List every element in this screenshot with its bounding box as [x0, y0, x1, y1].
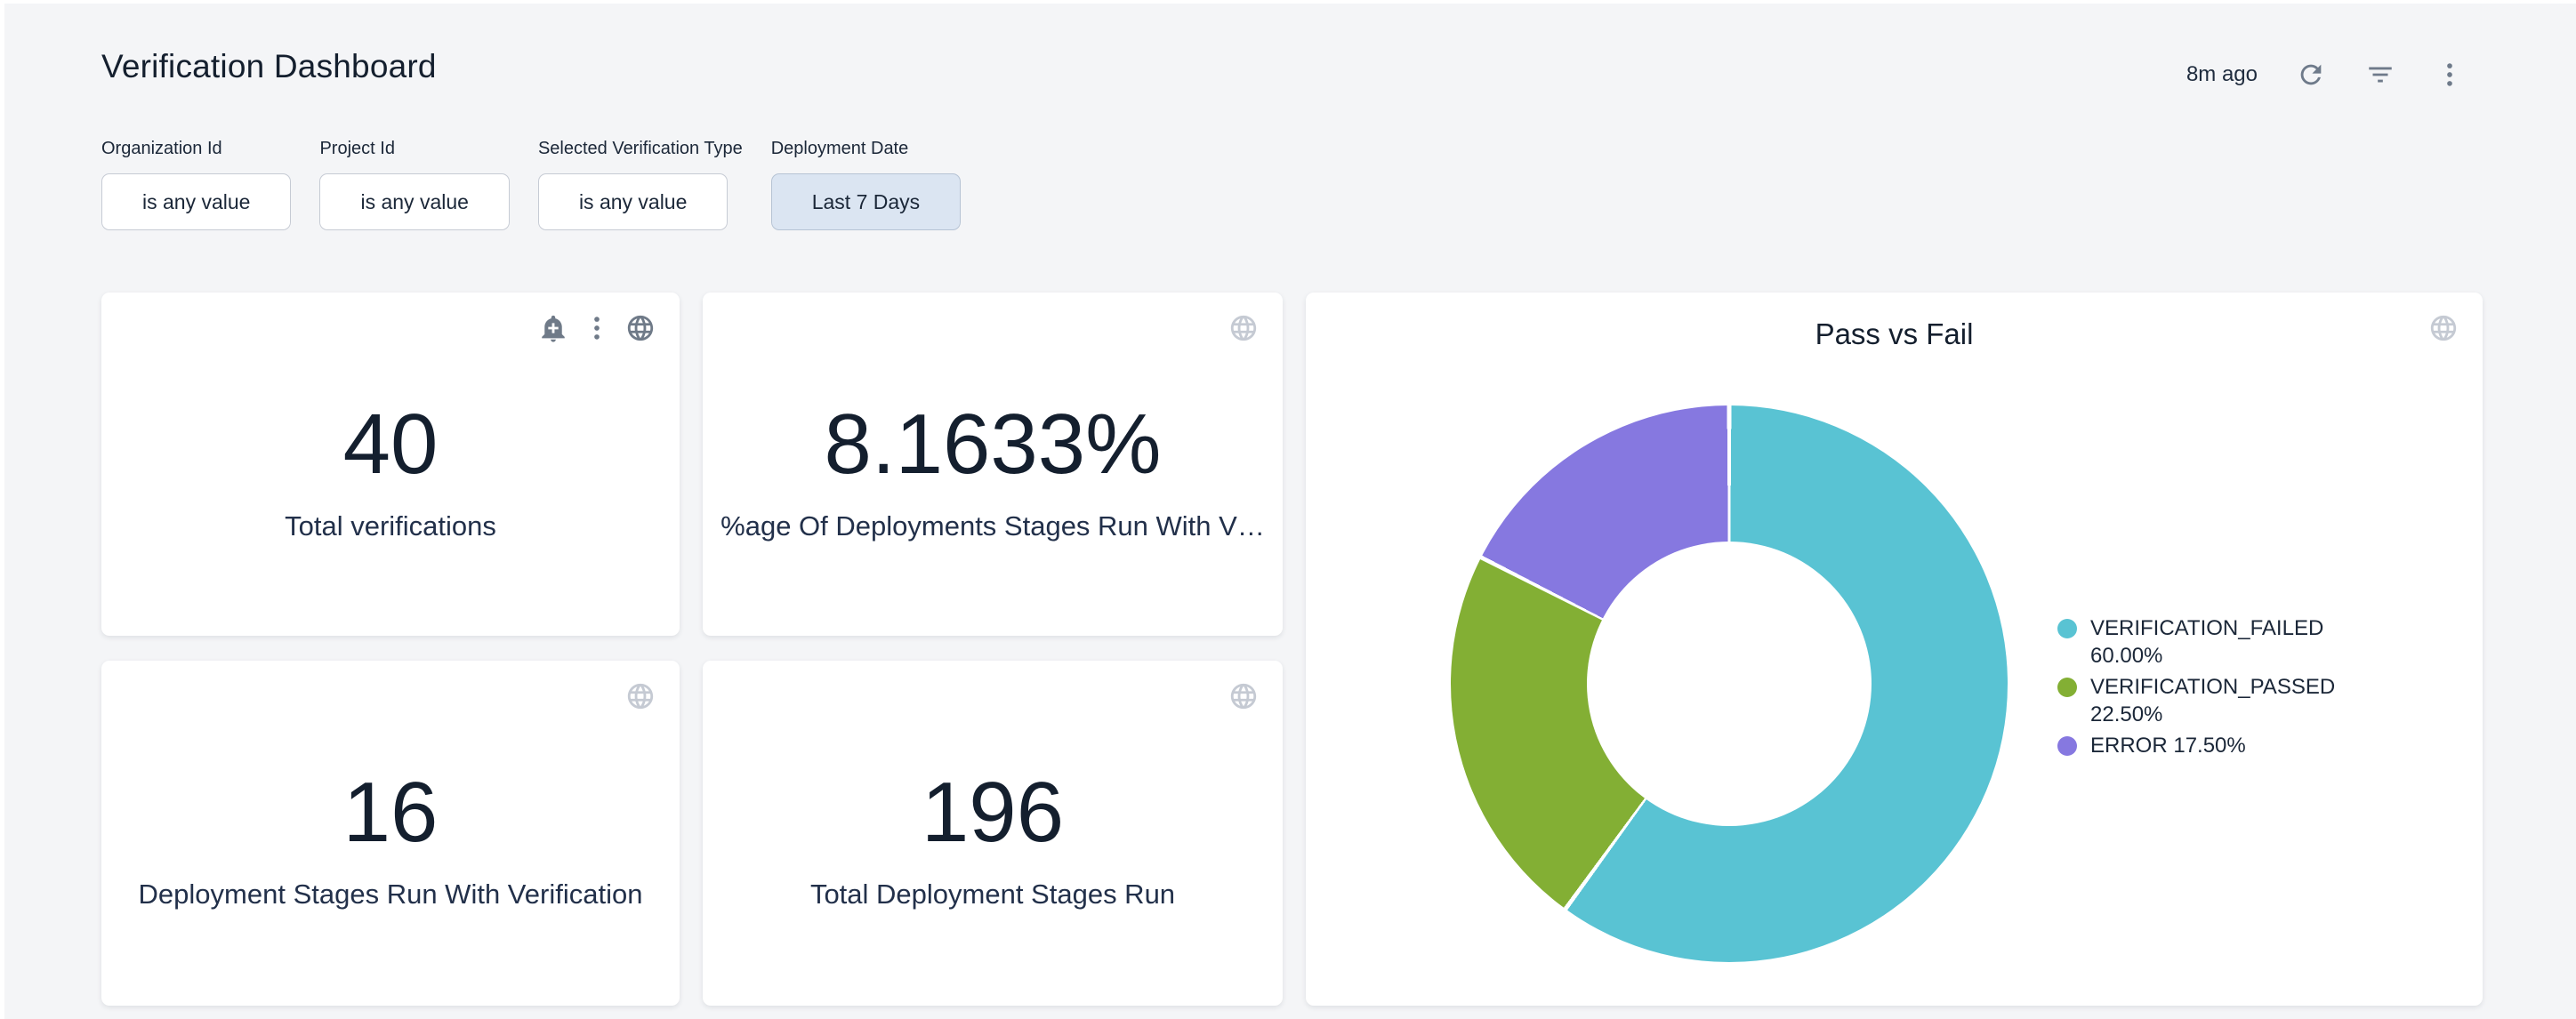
- kebab-menu-icon[interactable]: [2434, 59, 2466, 91]
- chart-card-pass-vs-fail: Pass vs Fail VERIFICATION_FAILED 60.00% …: [1306, 293, 2483, 1006]
- kpi-value: 8.1633%: [825, 401, 1162, 488]
- filter-value-button[interactable]: is any value: [101, 173, 291, 230]
- filter-label: Project Id: [319, 139, 509, 159]
- filter-label: Organization Id: [101, 139, 291, 159]
- kpi-value: 40: [343, 401, 439, 488]
- donut-chart[interactable]: [1451, 405, 2008, 962]
- refresh-icon[interactable]: [2295, 59, 2327, 91]
- filter-project-id: Project Id is any value: [319, 139, 509, 230]
- tile-icons: [537, 312, 656, 344]
- kpi-value: 196: [922, 769, 1064, 856]
- globe-icon[interactable]: [624, 312, 656, 344]
- filter-organization-id: Organization Id is any value: [101, 139, 291, 230]
- filter-bar: Organization Id is any value Project Id …: [101, 139, 961, 230]
- tile-stages-run-with-verification: 16 Deployment Stages Run With Verificati…: [101, 661, 680, 1006]
- tile-icons: [1228, 312, 1260, 344]
- header-actions: 8m ago: [2186, 53, 2466, 96]
- filter-value-button[interactable]: is any value: [538, 173, 728, 230]
- legend-label: VERIFICATION_PASSED: [2090, 675, 2335, 699]
- dashboard-page: Verification Dashboard 8m ago Organizati…: [4, 4, 2576, 1019]
- filter-icon[interactable]: [2364, 59, 2396, 91]
- legend-item-verification-passed[interactable]: VERIFICATION_PASSED 22.50%: [2057, 673, 2371, 728]
- filter-value-button[interactable]: Last 7 Days: [771, 173, 961, 230]
- tile-total-deployment-stages-run: 196 Total Deployment Stages Run: [703, 661, 1283, 1006]
- kpi-label: Total Deployment Stages Run: [810, 879, 1175, 910]
- kebab-menu-icon[interactable]: [581, 312, 613, 344]
- legend-percent: 60.00%: [2090, 644, 2162, 668]
- page-title: Verification Dashboard: [101, 48, 437, 85]
- kpi-label: Deployment Stages Run With Verification: [139, 879, 643, 910]
- chart-title: Pass vs Fail: [1306, 317, 2483, 351]
- donut-hole: [1587, 542, 1872, 826]
- globe-icon[interactable]: [624, 680, 656, 712]
- tile-total-verifications: 40 Total verifications: [101, 293, 680, 636]
- globe-icon[interactable]: [1228, 312, 1260, 344]
- globe-icon[interactable]: [2427, 312, 2459, 344]
- legend-item-verification-failed[interactable]: VERIFICATION_FAILED 60.00%: [2057, 614, 2371, 670]
- tile-icons: [2427, 312, 2459, 344]
- legend-swatch: [2057, 619, 2077, 638]
- tile-icons: [624, 680, 656, 712]
- tile-percent-stages-with-verification: 8.1633% %age Of Deployments Stages Run W…: [703, 293, 1283, 636]
- legend-percent: 17.50%: [2173, 734, 2245, 758]
- kpi-label: Total verifications: [285, 511, 496, 542]
- legend-item-error[interactable]: ERROR 17.50%: [2057, 732, 2371, 759]
- kpi-value: 16: [343, 769, 439, 856]
- legend-percent: 22.50%: [2090, 702, 2162, 726]
- filter-value-button[interactable]: is any value: [319, 173, 509, 230]
- legend-label: ERROR: [2090, 734, 2168, 758]
- chart-legend: VERIFICATION_FAILED 60.00% VERIFICATION_…: [2057, 614, 2371, 763]
- kpi-label: %age Of Deployments Stages Run With V…: [720, 511, 1265, 542]
- filter-deployment-date: Deployment Date Last 7 Days: [771, 139, 961, 230]
- legend-swatch: [2057, 736, 2077, 756]
- filter-selected-verification-type: Selected Verification Type is any value: [538, 139, 743, 230]
- legend-swatch: [2057, 678, 2077, 697]
- filter-label: Deployment Date: [771, 139, 961, 159]
- last-refreshed-label: 8m ago: [2186, 62, 2258, 87]
- add-alert-icon[interactable]: [537, 312, 569, 344]
- legend-label: VERIFICATION_FAILED: [2090, 616, 2323, 640]
- filter-label: Selected Verification Type: [538, 139, 743, 159]
- globe-icon[interactable]: [1228, 680, 1260, 712]
- tile-icons: [1228, 680, 1260, 712]
